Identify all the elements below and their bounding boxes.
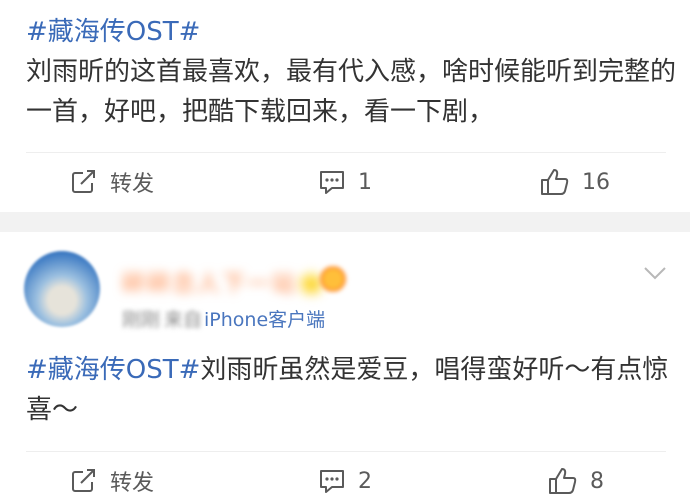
speech-bubble-icon: [320, 470, 344, 493]
post-2-comment-button[interactable]: 2: [318, 451, 372, 504]
post-2-meta: 刚刚 来自 iPhone客户端: [122, 304, 325, 336]
section-separator: [0, 212, 690, 232]
share-square-icon: [72, 469, 95, 492]
post-2-like-button[interactable]: 8: [548, 451, 604, 504]
post-2-action-bar: 转发 2 8: [0, 451, 690, 504]
chevron-down-icon[interactable]: [640, 262, 670, 284]
repost-label: 转发: [110, 471, 155, 496]
avatar[interactable]: [24, 251, 100, 327]
post-1-action-bar: 转发 1 16: [0, 152, 690, 212]
weibo-feed: #藏海传OST# 刘雨昕的这首最喜欢，最有代入感，啥时候能听到完整的一首，好吧，把…: [0, 0, 690, 504]
post-1-repost-button[interactable]: 转发: [70, 152, 154, 212]
user-name[interactable]: 碎碎念人下一站🌟: [122, 264, 328, 297]
share-square-icon: [72, 170, 95, 193]
repost-label: 转发: [110, 172, 155, 197]
thumbs-up-icon: [549, 468, 577, 494]
like-count: 8: [590, 468, 604, 494]
post-1-comment-button[interactable]: 1: [318, 152, 372, 212]
thumbs-up-icon: [541, 169, 569, 195]
post-1-hashtag[interactable]: #藏海传OST#: [26, 17, 200, 47]
like-count: 16: [582, 169, 610, 195]
post-2-repost-button[interactable]: 转发: [70, 451, 154, 504]
post-1-like-button[interactable]: 16: [540, 152, 610, 212]
vip-badge-icon: [318, 266, 348, 292]
via-label: 来自: [164, 309, 203, 331]
post-2-hashtag[interactable]: #藏海传OST#: [26, 355, 200, 385]
comment-count: 1: [358, 169, 372, 195]
post-1-text: 刘雨昕的这首最喜欢，最有代入感，啥时候能听到完整的一首，好吧，把酷下载回来，看一…: [26, 57, 677, 127]
client-source-link[interactable]: iPhone客户端: [204, 304, 325, 336]
speech-bubble-icon: [320, 171, 344, 194]
post-1-body: #藏海传OST# 刘雨昕的这首最喜欢，最有代入感，啥时候能听到完整的一首，好吧，把…: [26, 12, 676, 132]
post-time: 刚刚: [122, 309, 161, 331]
post-2-body: #藏海传OST#刘雨昕虽然是爱豆，唱得蛮好听～有点惊喜～: [26, 350, 676, 430]
comment-count: 2: [358, 468, 372, 494]
